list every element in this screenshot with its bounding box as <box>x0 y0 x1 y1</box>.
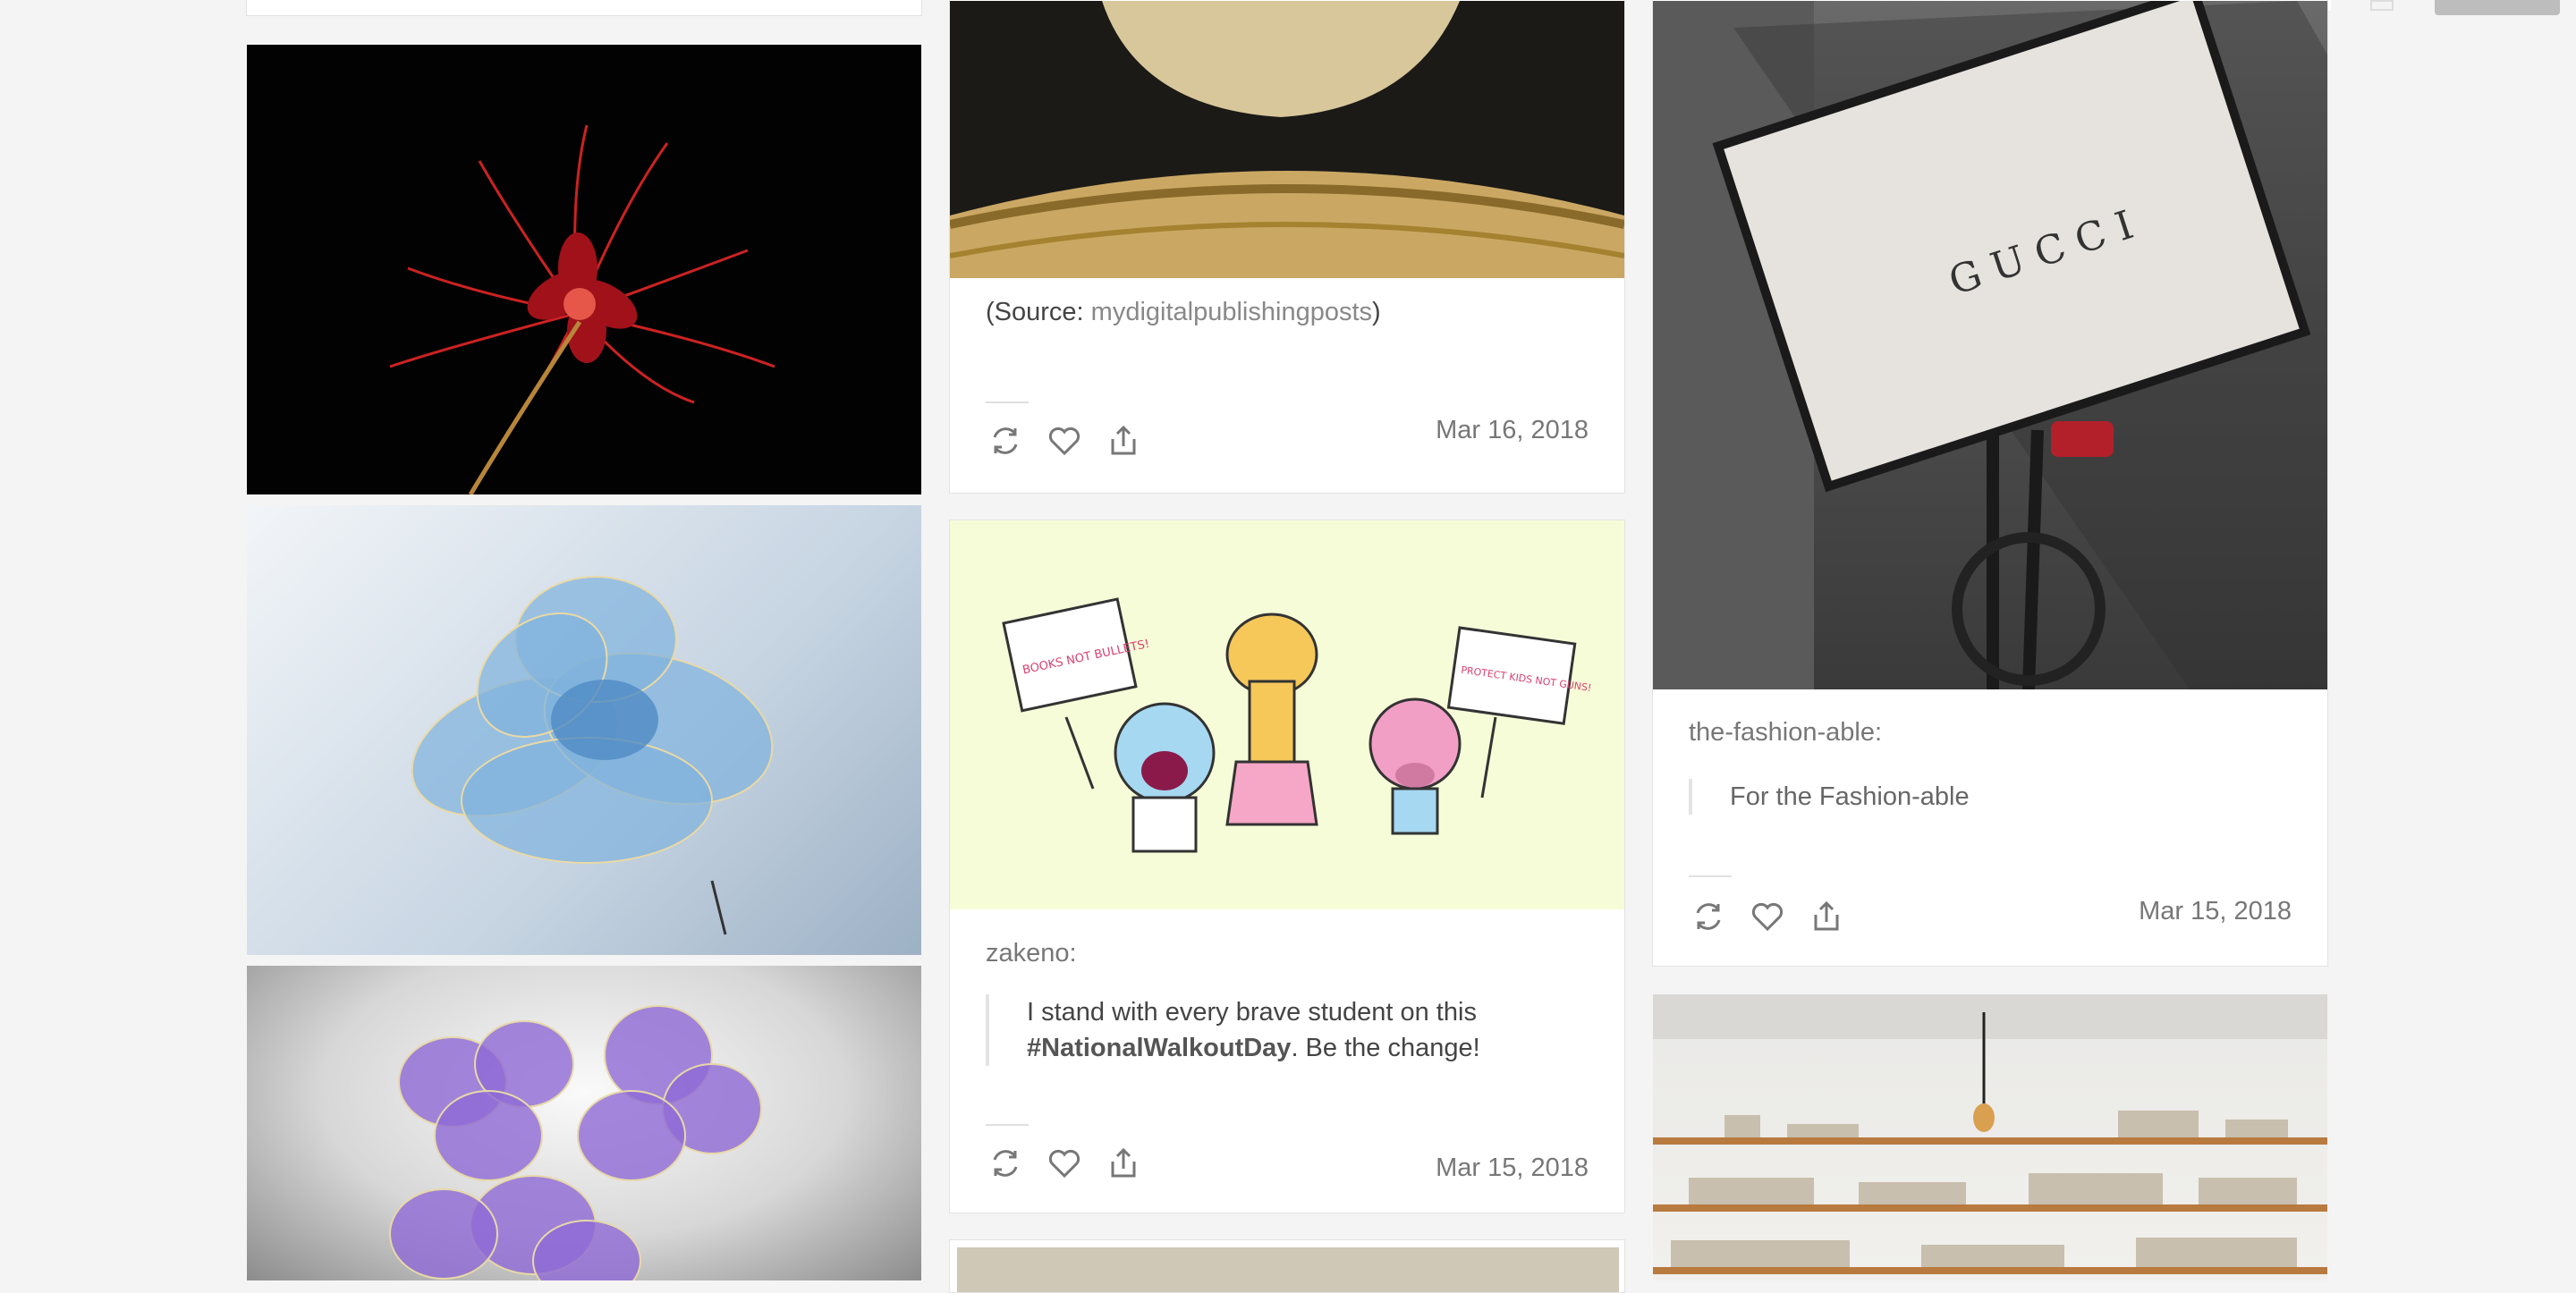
post-date[interactable]: Mar 16, 2018 <box>1436 416 1589 445</box>
post-quote: For the Fashion-able <box>1689 779 2279 815</box>
post-date[interactable]: Mar 15, 2018 <box>2139 897 2292 926</box>
post-image-blue-glass-flower[interactable] <box>247 505 921 955</box>
post-actions <box>1689 897 1846 936</box>
bookshelf-illustration <box>1653 994 2327 1274</box>
post-actions <box>986 421 1143 461</box>
source-link[interactable]: mydigitalpublishingposts <box>1091 298 1372 326</box>
reblog-icon[interactable] <box>1689 897 1728 936</box>
post-quote: I stand with every brave student on this… <box>986 994 1576 1066</box>
source-prefix: (Source: <box>986 298 1091 326</box>
post-image-gucci-bag-bicycle[interactable]: GUCCI <box>1653 1 2327 689</box>
post-author[interactable]: the-fashion-able: <box>1689 718 1882 748</box>
post-image-gilded-plate[interactable] <box>950 1 1624 278</box>
post-date[interactable]: Mar 15, 2018 <box>1436 1154 1589 1183</box>
post-card-top-stub <box>246 0 922 16</box>
post-card-zakeno: BOOKS NOT BULLETS! PROTECT KIDS NOT GUNS… <box>949 520 1625 1213</box>
quote-rest: . Be the change! <box>1291 1034 1480 1062</box>
reblog-icon[interactable] <box>986 421 1025 461</box>
purple-flower-illustration <box>389 1005 762 1280</box>
post-image-walkout-cartoon[interactable]: BOOKS NOT BULLETS! PROTECT KIDS NOT GUNS… <box>950 520 1624 909</box>
divider <box>1689 875 1732 877</box>
blue-flower-illustration <box>411 576 774 935</box>
post-card-fashion: GUCCI the-fashion-able: For the Fashion-… <box>1652 0 2328 967</box>
post-card-source: (Source: mydigitalpublishingposts) Mar 1… <box>949 0 1625 494</box>
post-card-next <box>949 1239 1625 1293</box>
heart-icon[interactable] <box>1045 421 1084 461</box>
post-image-bookshelf-room[interactable] <box>1653 994 2327 1280</box>
header-action-button[interactable] <box>2435 0 2560 15</box>
red-flower-illustration <box>389 124 775 494</box>
post-actions <box>986 1144 1143 1183</box>
quote-line: I stand with every brave student on this <box>1027 998 1477 1027</box>
divider <box>986 401 1029 403</box>
divider <box>986 1124 1029 1126</box>
plate-illustration <box>950 1 1624 278</box>
heart-icon[interactable] <box>1045 1144 1084 1183</box>
post-image-next[interactable] <box>957 1247 1619 1292</box>
share-icon[interactable] <box>1807 897 1846 936</box>
post-image-red-flower[interactable] <box>247 45 921 494</box>
gucci-bag-illustration: GUCCI <box>1653 1 2327 689</box>
post-image-purple-glass-flower[interactable] <box>247 966 921 1280</box>
reblog-icon[interactable] <box>986 1144 1025 1183</box>
heart-icon[interactable] <box>1748 897 1787 936</box>
share-icon[interactable] <box>1104 1144 1143 1183</box>
share-icon[interactable] <box>1104 421 1143 461</box>
source-suffix: ) <box>1372 298 1381 326</box>
cartoon-illustration: BOOKS NOT BULLETS! PROTECT KIDS NOT GUNS… <box>1002 597 1592 853</box>
post-author[interactable]: zakeno: <box>986 939 1077 968</box>
header-icon-5[interactable] <box>2370 0 2394 11</box>
hashtag-link[interactable]: #NationalWalkoutDay <box>1027 1034 1291 1062</box>
source-line: (Source: mydigitalpublishingposts) <box>986 298 1381 327</box>
